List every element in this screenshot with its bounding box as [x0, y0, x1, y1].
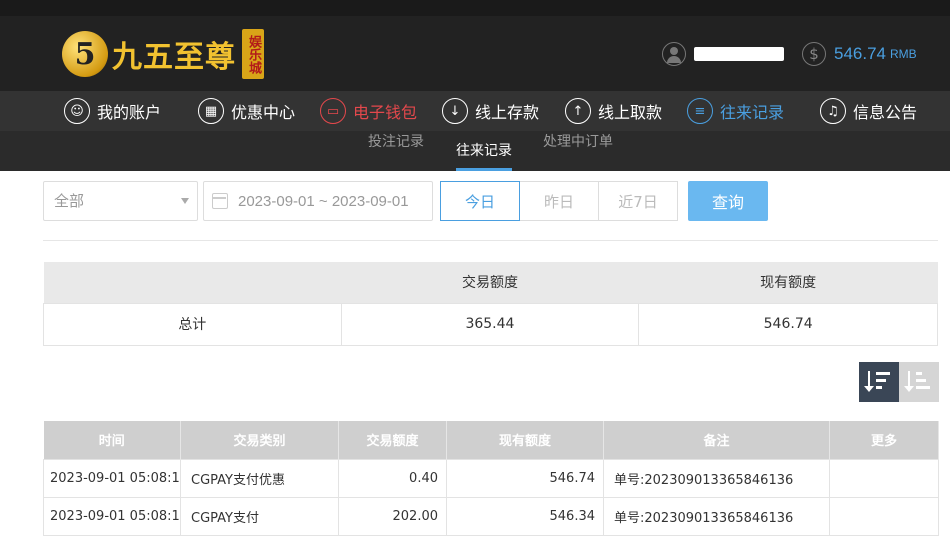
records-header-row: 时间 交易类别 交易额度 现有额度 备注 更多 — [43, 421, 939, 459]
table-row[interactable]: 2023-09-01 05:08:15 CGPAY支付优惠 0.40 546.7… — [43, 458, 939, 498]
user-name-redacted — [694, 47, 784, 61]
cell-amount: 0.40 — [338, 458, 447, 498]
nav-records[interactable]: ≡ 往来记录 — [687, 96, 784, 126]
cell-time: 2023-09-01 05:08:15 — [43, 458, 181, 498]
summary-header-amount: 交易额度 — [341, 262, 639, 303]
cell-type: CGPAY支付优惠 — [180, 458, 339, 498]
deposit-icon: ↓ — [442, 98, 468, 124]
cell-balance: 546.34 — [446, 496, 604, 536]
nav-online-withdraw[interactable]: ↑ 线上取款 — [565, 96, 662, 126]
col-header-time[interactable]: 时间 — [43, 421, 181, 459]
nav-label: 线上取款 — [598, 103, 663, 122]
balance-currency: RMB — [890, 47, 917, 61]
cell-more[interactable] — [829, 496, 939, 536]
table-row[interactable]: 2023-09-01 05:08:15 CGPAY支付 202.00 546.3… — [43, 496, 939, 536]
bell-icon: ♫ — [820, 98, 846, 124]
cell-remark: 单号:202309013365846136 — [603, 496, 830, 536]
calendar-icon — [212, 193, 228, 209]
cell-type: CGPAY支付 — [180, 496, 339, 536]
query-button[interactable]: 查询 — [688, 181, 768, 221]
gift-icon: ▦ — [198, 98, 224, 124]
records-icon: ≡ — [687, 98, 713, 124]
main-nav: ☺ 我的账户 ▦ 优惠中心 ▭ 电子钱包 ↓ 线上存款 ↑ 线上取款 ≡ 往来记… — [0, 91, 950, 131]
user-icon: ☺ — [64, 98, 90, 124]
category-select[interactable]: 全部 — [43, 181, 198, 221]
nav-label: 往来记录 — [720, 103, 785, 122]
coin-icon: $ — [802, 42, 826, 66]
summary-row: 总计 365.44 546.74 — [43, 302, 938, 346]
user-info: $ 546.74 RMB — [662, 42, 917, 66]
range-today-button[interactable]: 今日 — [440, 181, 520, 221]
nav-my-account[interactable]: ☺ 我的账户 — [64, 96, 161, 126]
chevron-down-icon — [181, 198, 189, 204]
brand-logo[interactable]: 5 九五至尊 娱乐城 — [62, 24, 264, 84]
brand-seal: 娱乐城 — [242, 29, 264, 79]
header: 5 九五至尊 娱乐城 $ 546.74 RMB — [0, 16, 950, 91]
cell-more[interactable] — [829, 458, 939, 498]
date-range-value: 2023-09-01 ~ 2023-09-01 — [238, 192, 409, 210]
col-header-amount[interactable]: 交易额度 — [338, 421, 447, 459]
sub-nav: 投注记录 往来记录 处理中订单 — [0, 131, 950, 171]
nav-label: 线上存款 — [475, 103, 540, 122]
sort-ascending-icon — [904, 371, 932, 393]
range-7days-button[interactable]: 近7日 — [598, 181, 678, 221]
cell-balance: 546.74 — [446, 458, 604, 498]
tab-bet-records[interactable]: 投注记录 — [368, 131, 424, 171]
summary-balance: 546.74 — [638, 302, 938, 346]
user-avatar-icon — [662, 42, 686, 66]
logo-emblem: 5 — [62, 31, 108, 77]
nav-label: 信息公告 — [853, 103, 918, 122]
tab-transaction-records[interactable]: 往来记录 — [456, 131, 512, 171]
summary-table: 交易额度 现有额度 总计 365.44 546.74 — [43, 262, 938, 346]
nav-label: 优惠中心 — [231, 103, 296, 122]
summary-label: 总计 — [43, 302, 342, 346]
brand-name: 九五至尊 — [112, 40, 236, 75]
cell-time: 2023-09-01 05:08:15 — [43, 496, 181, 536]
withdraw-icon: ↑ — [565, 98, 591, 124]
sort-descending-icon — [864, 371, 892, 393]
sort-desc-button[interactable] — [859, 362, 899, 402]
summary-header-balance: 现有额度 — [638, 262, 938, 303]
nav-announcements[interactable]: ♫ 信息公告 — [820, 96, 917, 126]
col-header-more[interactable]: 更多 — [829, 421, 939, 459]
nav-online-deposit[interactable]: ↓ 线上存款 — [442, 96, 539, 126]
nav-e-wallet[interactable]: ▭ 电子钱包 — [320, 96, 417, 126]
cell-amount: 202.00 — [338, 496, 447, 536]
date-range-input[interactable]: 2023-09-01 ~ 2023-09-01 — [203, 181, 433, 221]
col-header-remark[interactable]: 备注 — [603, 421, 830, 459]
cell-remark: 单号:202309013365846136 — [603, 458, 830, 498]
nav-label: 电子钱包 — [353, 103, 418, 122]
summary-amount: 365.44 — [340, 302, 640, 346]
nav-label: 我的账户 — [97, 103, 162, 122]
category-value: 全部 — [54, 192, 85, 210]
range-yesterday-button[interactable]: 昨日 — [519, 181, 599, 221]
top-strip — [0, 0, 950, 16]
wallet-icon: ▭ — [320, 98, 346, 124]
sort-asc-button[interactable] — [899, 362, 939, 402]
records-table: 时间 交易类别 交易额度 现有额度 备注 更多 2023-09-01 05:08… — [43, 421, 939, 536]
col-header-balance[interactable]: 现有额度 — [446, 421, 604, 459]
summary-header-blank — [43, 262, 342, 303]
col-header-type[interactable]: 交易类别 — [180, 421, 339, 459]
balance-value: 546.74 — [834, 44, 886, 63]
tab-pending-orders[interactable]: 处理中订单 — [543, 131, 613, 171]
divider — [43, 240, 938, 241]
nav-promotions[interactable]: ▦ 优惠中心 — [198, 96, 295, 126]
